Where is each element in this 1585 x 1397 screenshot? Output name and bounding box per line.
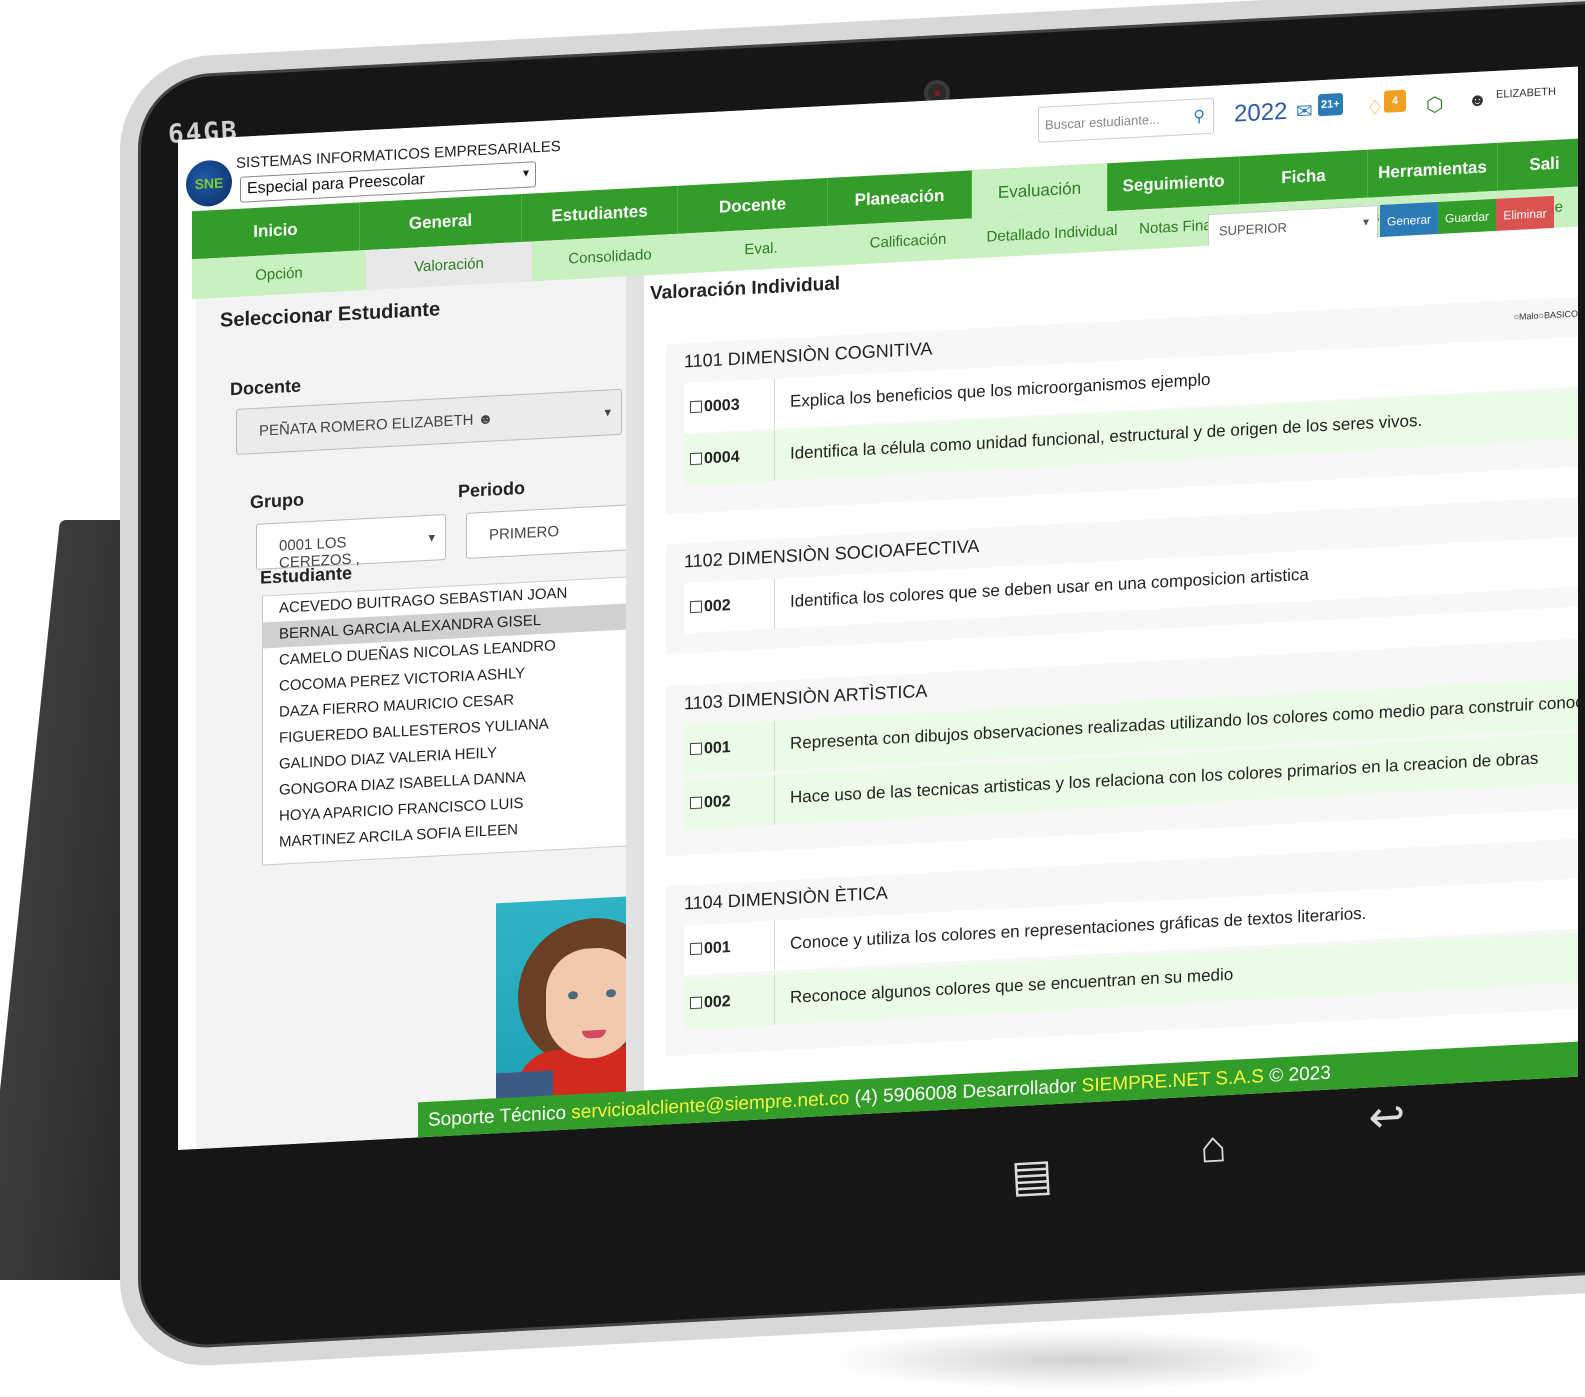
checkbox[interactable] [690, 796, 702, 810]
indicator-code: 001 [704, 939, 731, 958]
indicator-text: Conoce y utiliza los colores en represen… [790, 903, 1367, 953]
divider [774, 974, 775, 1025]
avatar[interactable]: ☻ [1468, 89, 1487, 111]
estudiante-label: Estudiante [260, 562, 353, 588]
left-panel: Seleccionar Estudiante Docente PEÑATA RO… [196, 276, 702, 1150]
periodo-value: PRIMERO [489, 523, 560, 544]
photo-face [546, 945, 638, 1061]
checkbox[interactable] [690, 742, 702, 756]
grupo-select[interactable]: 0001 LOS CEREZOS , ▾ [256, 513, 446, 572]
dimension-card: 1101 DIMENSIÒN COGNITIVA ○Malo○BASICO 00… [666, 296, 1578, 515]
home-key-icon[interactable]: ⌂ [1199, 1122, 1228, 1173]
divider [774, 920, 775, 971]
box-icon[interactable]: ⬡ [1426, 92, 1443, 118]
checkbox[interactable] [690, 452, 702, 466]
indicator-code: 002 [704, 793, 731, 812]
chevron-down-icon: ▾ [522, 165, 529, 180]
menu-general[interactable]: General [360, 193, 522, 251]
docente-select[interactable]: PEÑATA ROMERO ELIZABETH ☻ ▾ [236, 388, 622, 455]
indicator-code: 001 [704, 739, 731, 758]
checkbox[interactable] [690, 400, 702, 414]
logo-text: SNE [194, 174, 224, 193]
chevron-down-icon: ▾ [428, 529, 435, 545]
indicator-checkbox[interactable]: 002 [690, 993, 731, 1013]
panel-title: Seleccionar Estudiante [220, 298, 441, 332]
indicator-checkbox[interactable]: 0003 [690, 397, 740, 418]
bell-icon[interactable]: ♢ [1366, 95, 1384, 121]
chevron-down-icon: ▾ [604, 404, 611, 420]
docente-value: PEÑATA ROMERO ELIZABETH [259, 411, 474, 440]
menu-ficha-observador[interactable]: Ficha Observador [1240, 149, 1368, 237]
indicator-checkbox[interactable]: 001 [690, 739, 731, 759]
logo: SNE [186, 159, 232, 208]
back-key-icon[interactable]: ↩ [1367, 1091, 1406, 1144]
menu-seguimiento[interactable]: Seguimiento [1108, 156, 1240, 212]
mail-badge: 21+ [1318, 92, 1343, 117]
menu-evaluacion[interactable]: Evaluación [972, 163, 1108, 219]
person-icon: ☻ [477, 410, 494, 429]
indicator-text: Identifica los colores que se deben usar… [790, 564, 1309, 611]
divider [774, 430, 775, 481]
periodo-label: Periodo [458, 477, 526, 502]
dimension-title: 1102 DIMENSIÒN SOCIOAFECTIVA [684, 536, 980, 572]
periodo-select[interactable]: PRIMERO▾ [466, 503, 646, 559]
dimension-title: 1101 DIMENSIÒN COGNITIVA [684, 338, 933, 372]
indicator-code: 002 [704, 597, 731, 616]
indicator-code: 002 [704, 993, 731, 1012]
checkbox[interactable] [690, 600, 702, 614]
checkbox[interactable] [690, 996, 702, 1010]
panel-divider [626, 275, 644, 1127]
checkbox[interactable] [690, 942, 702, 956]
indicator-text: Reconoce algunos colores que se encuentr… [790, 964, 1234, 1007]
dimension-card: 1103 DIMENSIÒN ARTÌSTICA 001 Representa … [666, 638, 1578, 857]
menu-salir[interactable]: Sali [1498, 137, 1578, 191]
page-title: Valoración Individual [650, 273, 841, 305]
dimension-card: 1104 DIMENSIÒN ÈTICA 001 Conoce y utiliz… [666, 838, 1578, 1057]
mail-icon[interactable]: ✉ [1296, 99, 1313, 125]
app-screen: SNE SISTEMAS INFORMATICOS EMPRESARIALES … [178, 66, 1578, 1150]
menu-estudiantes[interactable]: Estudiantes [522, 185, 678, 242]
developer-company-link[interactable]: SIEMPRE.NET S.A.S [1082, 1066, 1264, 1097]
menu-planeacion[interactable]: Planeación [828, 170, 972, 226]
indicator-code: 0004 [704, 448, 740, 468]
phone-developer: (4) 5906008 Desarrollador [854, 1075, 1077, 1109]
indicator-checkbox[interactable]: 002 [690, 597, 731, 617]
menu-key-icon[interactable]: ▤ [1010, 1149, 1054, 1202]
docente-label: Docente [230, 375, 302, 400]
grupo-label: Grupo [250, 489, 304, 513]
divider [774, 774, 775, 825]
indicator-code: 0003 [704, 396, 740, 416]
indicator-text: Explica los beneficios que los microorga… [790, 369, 1211, 411]
chevron-down-icon: ▾ [1362, 214, 1369, 229]
bell-badge: 4 [1384, 89, 1406, 113]
rating-options[interactable]: ○Malo○BASICO [1514, 309, 1578, 322]
user-name[interactable]: ELIZABETH [1496, 86, 1556, 101]
support-label: Soporte Técnico [428, 1102, 567, 1131]
level-select-value: SUPERIOR [1219, 219, 1287, 239]
main-panel: Valoración Individual 1101 DIMENSIÒN COG… [644, 226, 1578, 1126]
dimension-title: 1104 DIMENSIÒN ÈTICA [684, 882, 888, 914]
copyright: © 2023 [1269, 1062, 1331, 1087]
indicator-checkbox[interactable]: 0004 [690, 449, 740, 470]
indicator-checkbox[interactable]: 002 [690, 793, 731, 813]
menu-docente[interactable]: Docente [678, 177, 828, 234]
menu-herramientas[interactable]: Herramientas [1368, 142, 1498, 198]
radio-label: BASICO [1543, 308, 1578, 321]
search-input[interactable]: Buscar estudiante... ⚲ [1038, 97, 1214, 143]
dimension-card: 1102 DIMENSIÒN SOCIOAFECTIVA 002 Identif… [666, 496, 1578, 655]
divider [774, 720, 775, 771]
floor-shadow [820, 1330, 1340, 1390]
mode-select-value: Especial para Preescolar [247, 171, 425, 198]
stage: 64GB SNE SISTEMAS INFORMATICOS EMPRESARI… [0, 0, 1585, 1397]
dimension-title: 1103 DIMENSIÒN ARTÌSTICA [684, 680, 928, 714]
search-icon[interactable]: ⚲ [1193, 106, 1205, 127]
divider [774, 578, 775, 629]
search-placeholder: Buscar estudiante... [1045, 111, 1160, 133]
year-label: 2022 [1234, 97, 1288, 128]
indicator-checkbox[interactable]: 001 [690, 939, 731, 959]
radio-label: Malo [1519, 310, 1539, 322]
divider [774, 378, 775, 429]
